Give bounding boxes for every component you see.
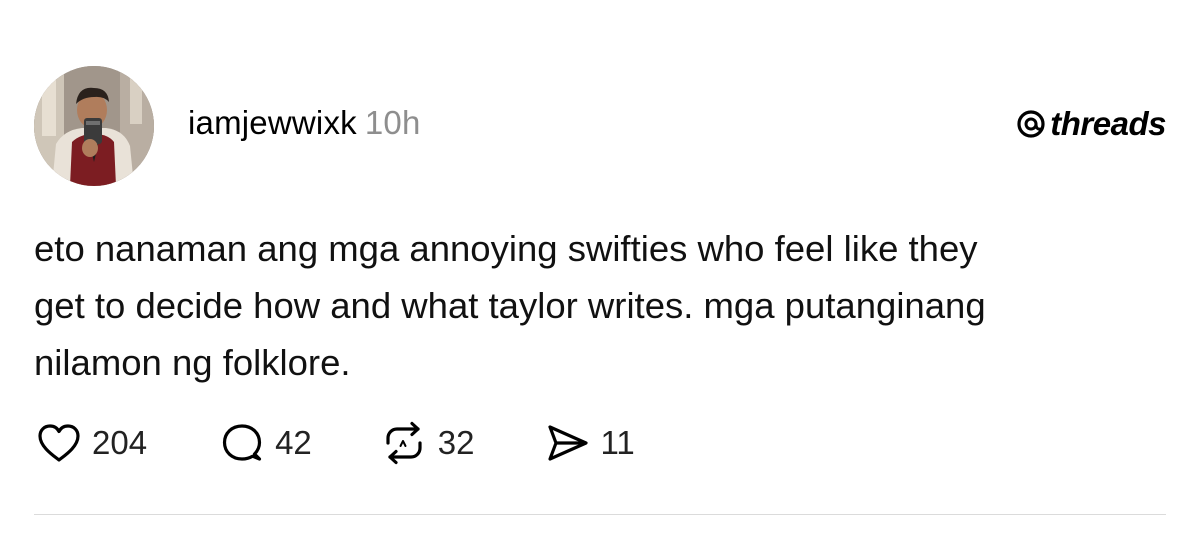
threads-logo-icon	[1016, 109, 1046, 139]
threads-brand: threads	[1016, 104, 1166, 144]
like-count: 204	[92, 424, 148, 461]
comment-icon	[219, 421, 265, 465]
send-icon	[545, 422, 591, 464]
avatar-photo	[34, 66, 154, 186]
reply-count: 42	[275, 424, 312, 461]
like-button[interactable]: 204	[36, 422, 147, 464]
repost-icon	[380, 421, 428, 465]
share-count: 11	[600, 424, 635, 461]
heart-icon	[36, 422, 82, 464]
share-button[interactable]: 11	[545, 422, 635, 464]
repost-button[interactable]: 32	[380, 421, 475, 465]
username-link[interactable]: iamjewwixk	[188, 104, 357, 141]
avatar[interactable]	[34, 66, 154, 186]
post-timestamp: 10h	[364, 104, 421, 141]
threads-post: iamjewwixk 10h threads eto nanaman ang mg…	[0, 0, 1200, 550]
threads-brand-label: threads	[1050, 105, 1166, 142]
repost-count: 32	[437, 424, 475, 461]
post-divider	[34, 514, 1166, 515]
post-actions: 204 42 32 11	[36, 420, 635, 466]
post-header-author: iamjewwixk 10h	[188, 103, 421, 143]
post-body: eto nanaman ang mga annoying swifties wh…	[34, 228, 986, 383]
reply-button[interactable]: 42	[219, 421, 312, 465]
